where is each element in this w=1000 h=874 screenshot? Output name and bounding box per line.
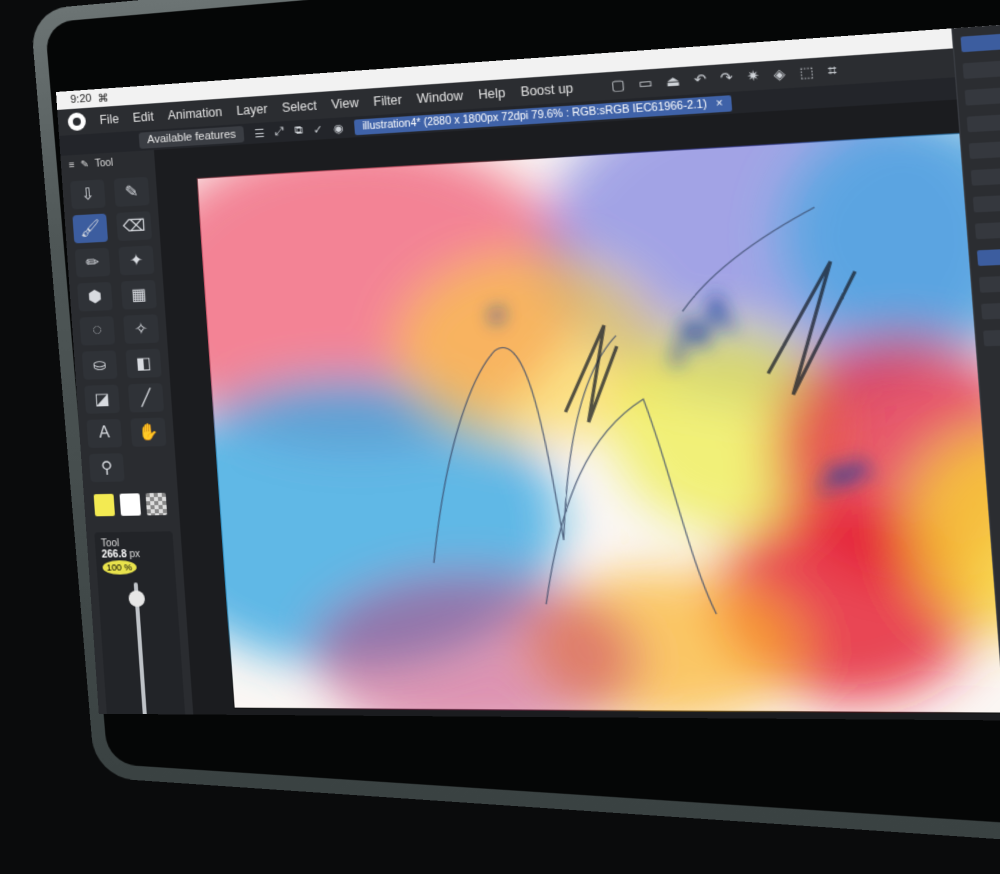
brush-size-value: 266.8: [101, 549, 128, 561]
menu-help[interactable]: Help: [478, 86, 506, 103]
tool-pen[interactable]: ✎: [113, 176, 150, 207]
hand-icon: ✋: [137, 423, 159, 442]
open-folder-icon[interactable]: ▭: [638, 74, 653, 92]
tool-bucket[interactable]: ⛀: [81, 350, 118, 380]
expand-icon[interactable]: ⤢: [274, 125, 284, 139]
color-swatches: [83, 486, 179, 522]
tool-eyedropper[interactable]: ⚲: [88, 453, 125, 483]
pen-icon: ✎: [124, 183, 139, 202]
tool-sparkle[interactable]: ✦: [118, 245, 155, 276]
tool-property-header[interactable]: [976, 244, 1000, 266]
save-icon[interactable]: ⏏: [666, 73, 681, 91]
main-color-swatch[interactable]: [93, 493, 116, 517]
tool-download[interactable]: ⇩: [70, 179, 106, 210]
brush-preset[interactable]: [970, 162, 1000, 186]
tool-hand[interactable]: ✋: [130, 417, 167, 447]
tool-magic-wand[interactable]: ✧: [123, 314, 160, 344]
brush-preset[interactable]: [966, 108, 1000, 133]
brush-preset[interactable]: [964, 81, 1000, 106]
tool-lasso[interactable]: ◌: [79, 316, 116, 346]
tool-text[interactable]: A: [86, 418, 123, 449]
tool-brush[interactable]: 🖌: [72, 213, 109, 244]
tool-property-row[interactable]: [981, 298, 1000, 320]
menu-filter[interactable]: Filter: [373, 93, 402, 109]
settings-icon[interactable]: ✷: [746, 67, 760, 85]
brush-size-tool-label: Tool: [100, 538, 120, 550]
grid-icon: ▦: [130, 286, 148, 305]
text-icon: A: [98, 424, 111, 442]
brush-preset[interactable]: [974, 217, 1000, 240]
menu-select[interactable]: Select: [281, 98, 317, 115]
shape-icon: ◪: [93, 390, 111, 409]
crop-icon[interactable]: ⌗: [827, 62, 837, 80]
pencil-header-icon: ✎: [80, 158, 90, 171]
eyedropper-icon: ⚲: [100, 459, 114, 477]
menu-icon[interactable]: ≡: [69, 160, 76, 171]
transparent-swatch[interactable]: [145, 492, 168, 516]
magic-wand-icon: ✧: [133, 320, 149, 339]
new-file-icon[interactable]: ▢: [611, 76, 626, 94]
sub-color-swatch[interactable]: [119, 493, 142, 516]
lasso-icon: ◌: [91, 321, 103, 340]
bucket-icon: ⛀: [92, 356, 107, 375]
brush-size-slider[interactable]: [128, 582, 148, 722]
menu-file[interactable]: File: [99, 112, 119, 127]
brush-preset-selected[interactable]: [960, 27, 1000, 53]
tool-property-row[interactable]: [978, 271, 1000, 293]
check-icon[interactable]: ✓: [313, 122, 324, 136]
tool-pencil[interactable]: ✏: [74, 247, 111, 278]
status-time: 9:20: [69, 92, 92, 107]
status-app-icon: ⌘: [97, 91, 109, 105]
redo-icon[interactable]: ↷: [720, 69, 734, 87]
transform-icon[interactable]: ⬚: [799, 63, 815, 81]
fill-icon: ⬢: [87, 288, 103, 307]
eraser-icon: ⌫: [122, 217, 147, 236]
menu-edit[interactable]: Edit: [132, 109, 154, 125]
undo-icon[interactable]: ↶: [693, 71, 707, 89]
tool-fill[interactable]: ⬢: [77, 281, 113, 312]
brush-preset[interactable]: [972, 189, 1000, 213]
canvas-artwork: [196, 127, 1000, 715]
menu-boost-up[interactable]: Boost up: [520, 81, 574, 99]
tool-gradient[interactable]: ◧: [125, 348, 162, 379]
tool-panel-title: Tool: [94, 157, 114, 170]
opacity-badge: 100 %: [102, 560, 137, 575]
pencil-icon: ✏: [85, 254, 100, 272]
camera-icon[interactable]: ◉: [333, 121, 344, 135]
app-logo-icon[interactable]: [67, 112, 87, 132]
download-icon: ⇩: [80, 186, 96, 204]
tool-eraser[interactable]: ⌫: [116, 211, 153, 242]
brush-preset[interactable]: [968, 135, 1000, 160]
brush-icon: 🖌: [79, 219, 101, 239]
hamburger-icon[interactable]: ☰: [254, 126, 265, 140]
brush-size-slider-knob[interactable]: [128, 590, 146, 607]
menu-animation[interactable]: Animation: [167, 105, 222, 123]
menu-window[interactable]: Window: [416, 88, 463, 106]
canvas-area: [153, 99, 1000, 721]
line-icon: ╱: [140, 389, 152, 408]
menu-view[interactable]: View: [331, 96, 359, 112]
tool-property-row[interactable]: [983, 325, 1000, 347]
tool-grid-sel[interactable]: ▦: [120, 279, 157, 310]
fill-tool-icon[interactable]: ◈: [773, 65, 786, 83]
brush-size-panel: Tool 266.8 px 100 %: [94, 531, 187, 722]
sparkle-icon: ✦: [129, 252, 144, 270]
drawing-canvas[interactable]: [196, 127, 1000, 715]
tool-shape[interactable]: ◪: [84, 384, 120, 414]
menu-layer[interactable]: Layer: [236, 102, 268, 118]
close-tab-icon[interactable]: ×: [716, 97, 724, 109]
app-screen: 9:20 ⌘ File Edit Animation Layer Select …: [56, 17, 1000, 722]
gradient-icon: ◧: [135, 355, 152, 373]
select-layer-icon[interactable]: ⧉: [294, 124, 303, 138]
brush-size-unit: px: [129, 549, 141, 561]
tool-line[interactable]: ╱: [127, 383, 165, 413]
brush-preset[interactable]: [962, 54, 1000, 79]
